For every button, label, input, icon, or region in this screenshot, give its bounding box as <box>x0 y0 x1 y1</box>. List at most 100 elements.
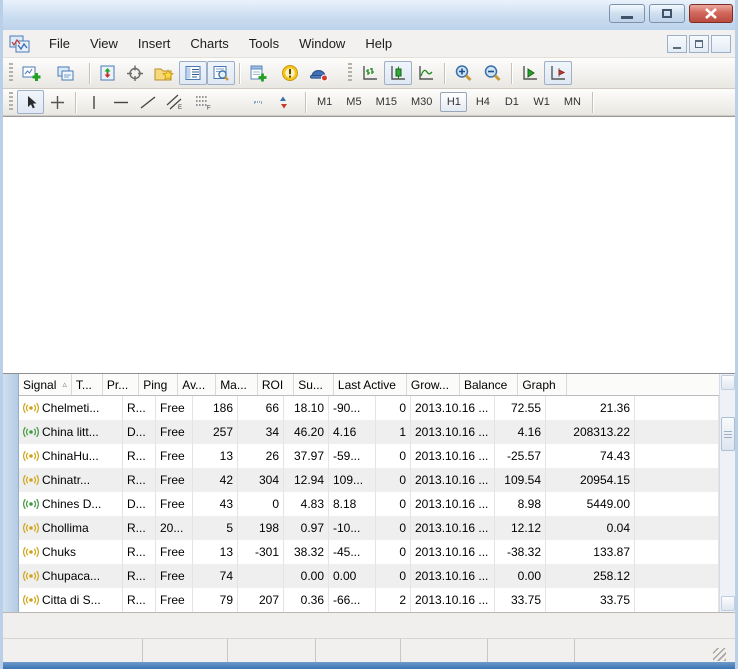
arrows-tool-button[interactable] <box>271 90 301 114</box>
column-header[interactable]: Ma... <box>216 374 258 395</box>
vertical-line-tool-button[interactable] <box>80 90 107 114</box>
close-icon <box>705 8 717 19</box>
chart-shift-button[interactable] <box>544 61 572 85</box>
menu-item[interactable]: Window <box>289 32 355 55</box>
status-cell <box>228 639 316 662</box>
column-header[interactable]: Grow... <box>407 374 460 395</box>
toolbar-drag-handle[interactable] <box>9 63 13 83</box>
table-row[interactable]: China litt... D... Free 257 34 46.20 4.1… <box>19 420 719 444</box>
symbols-button[interactable] <box>94 61 121 85</box>
chart-shift-icon <box>551 65 566 80</box>
horizontal-line-tool-button[interactable] <box>107 90 134 114</box>
zoom-in-button[interactable] <box>449 61 478 85</box>
window-minimize-button[interactable] <box>609 4 645 23</box>
window-close-button[interactable] <box>689 4 733 23</box>
market-watch-button[interactable] <box>179 61 207 85</box>
timeframe-button[interactable]: M1 <box>311 92 338 112</box>
table-row[interactable]: Chupaca... R... Free 74 0.00 0.00 0 2013… <box>19 564 719 588</box>
menu-item[interactable]: Tools <box>239 32 289 55</box>
column-header[interactable]: T... <box>72 374 103 395</box>
text-tool-button[interactable] <box>217 90 244 114</box>
timeframe-button[interactable]: W1 <box>527 92 556 112</box>
expert-advisors-button[interactable] <box>304 61 338 85</box>
column-header-label: Ma... <box>220 377 247 392</box>
cursor-tool-button[interactable] <box>17 90 44 114</box>
text-label-tool-button[interactable] <box>244 90 271 114</box>
column-header[interactable]: Av... <box>178 374 217 395</box>
cell-avg: 0 <box>238 492 284 516</box>
new-chart-button[interactable] <box>17 61 51 85</box>
toolbar-drag-handle[interactable] <box>9 92 13 112</box>
column-header[interactable]: Su... <box>294 374 334 395</box>
cell-roi: -45... <box>329 540 376 564</box>
crosshair-tool-button[interactable] <box>44 90 71 114</box>
column-header[interactable]: Pr... <box>103 374 140 395</box>
table-row[interactable]: Citta di S... R... Free 79 207 0.36 -66.… <box>19 588 719 612</box>
table-row[interactable]: Chuks R... Free 13 -301 38.32 -45... 0 2… <box>19 540 719 564</box>
signal-name: ChinaHu... <box>42 449 99 463</box>
bar-chart-mode-button[interactable] <box>356 61 384 85</box>
signal-broadcast-icon <box>23 450 39 462</box>
status-cell <box>401 639 488 662</box>
column-header[interactable]: Balance <box>460 374 519 395</box>
equidistant-channel-tool-button[interactable]: E <box>161 90 189 114</box>
line-chart-icon <box>419 65 433 80</box>
candlestick-mode-button[interactable] <box>384 61 412 85</box>
candlestick-chart[interactable] <box>3 117 735 373</box>
timeframe-button[interactable]: M5 <box>340 92 367 112</box>
favorites-button[interactable] <box>149 61 179 85</box>
timeframe-button[interactable]: MN <box>558 92 587 112</box>
toolbar-separator <box>89 62 90 84</box>
column-header[interactable]: ROI <box>258 374 295 395</box>
column-header[interactable]: Signal ▵ <box>19 374 72 395</box>
child-minimize-button[interactable] <box>667 34 687 53</box>
terminal-panel: Signal ▵ T... Pr... Ping Av... Ma... ROI… <box>3 374 735 612</box>
child-restore-button[interactable] <box>689 34 709 53</box>
data-window-button[interactable] <box>207 61 235 85</box>
signal-name: Citta di S... <box>42 593 101 607</box>
menu-bar: File View Insert Charts Tools Window Help <box>3 30 735 58</box>
table-row[interactable]: Chinatr... R... Free 42 304 12.94 109...… <box>19 468 719 492</box>
status-cell <box>488 639 575 662</box>
table-row[interactable]: ChinaHu... R... Free 13 26 37.97 -59... … <box>19 444 719 468</box>
menu-item[interactable]: Insert <box>128 32 181 55</box>
menu-item[interactable]: File <box>39 32 80 55</box>
trendline-tool-button[interactable] <box>134 90 161 114</box>
line-chart-mode-button[interactable] <box>412 61 440 85</box>
alert-button[interactable] <box>276 61 304 85</box>
column-header-label: T... <box>75 377 92 392</box>
window-maximize-button[interactable] <box>649 4 685 23</box>
column-header[interactable]: Graph <box>518 374 567 395</box>
timeframe-button[interactable]: H4 <box>469 92 496 112</box>
column-header[interactable]: Last Active <box>334 374 407 395</box>
cell-price: Free <box>156 444 193 468</box>
fibonacci-icon: F <box>196 96 211 110</box>
zoom-out-button[interactable] <box>478 61 507 85</box>
menu-item[interactable]: Charts <box>180 32 238 55</box>
child-close-button[interactable] <box>711 34 731 53</box>
toolbar-drag-handle[interactable] <box>348 63 352 83</box>
vertical-scrollbar[interactable] <box>719 374 735 612</box>
timeframe-button[interactable]: M30 <box>405 92 438 112</box>
scrollbar-thumb[interactable] <box>720 417 735 451</box>
column-header[interactable]: Ping <box>139 374 179 395</box>
menu-item[interactable]: View <box>80 32 128 55</box>
new-order-button[interactable] <box>244 61 276 85</box>
scroll-up-button[interactable] <box>720 375 735 390</box>
table-row[interactable]: Chines D... D... Free 43 0 4.83 8.18 0 2… <box>19 492 719 516</box>
menu-item[interactable]: Help <box>355 32 402 55</box>
auto-scroll-button[interactable] <box>516 61 544 85</box>
table-row[interactable]: Chelmeti... R... Free 186 66 18.10 -90..… <box>19 396 719 420</box>
crosshair-button[interactable] <box>121 61 149 85</box>
chart-area[interactable] <box>3 116 735 374</box>
fibonacci-tool-button[interactable]: F <box>189 90 217 114</box>
resize-grip[interactable] <box>713 648 726 661</box>
timeframe-button[interactable]: H1 <box>440 92 468 112</box>
timeframe-button[interactable]: D1 <box>498 92 525 112</box>
timeframe-button[interactable]: M15 <box>370 92 403 112</box>
table-row[interactable]: Chollima R... 20... 5 198 0.97 -10... 0 … <box>19 516 719 540</box>
chart-profiles-button[interactable] <box>51 61 85 85</box>
signal-name: Chupaca... <box>42 569 101 583</box>
scroll-down-button[interactable] <box>720 596 735 611</box>
signals-table: Signal ▵ T... Pr... Ping Av... Ma... ROI… <box>19 374 719 612</box>
